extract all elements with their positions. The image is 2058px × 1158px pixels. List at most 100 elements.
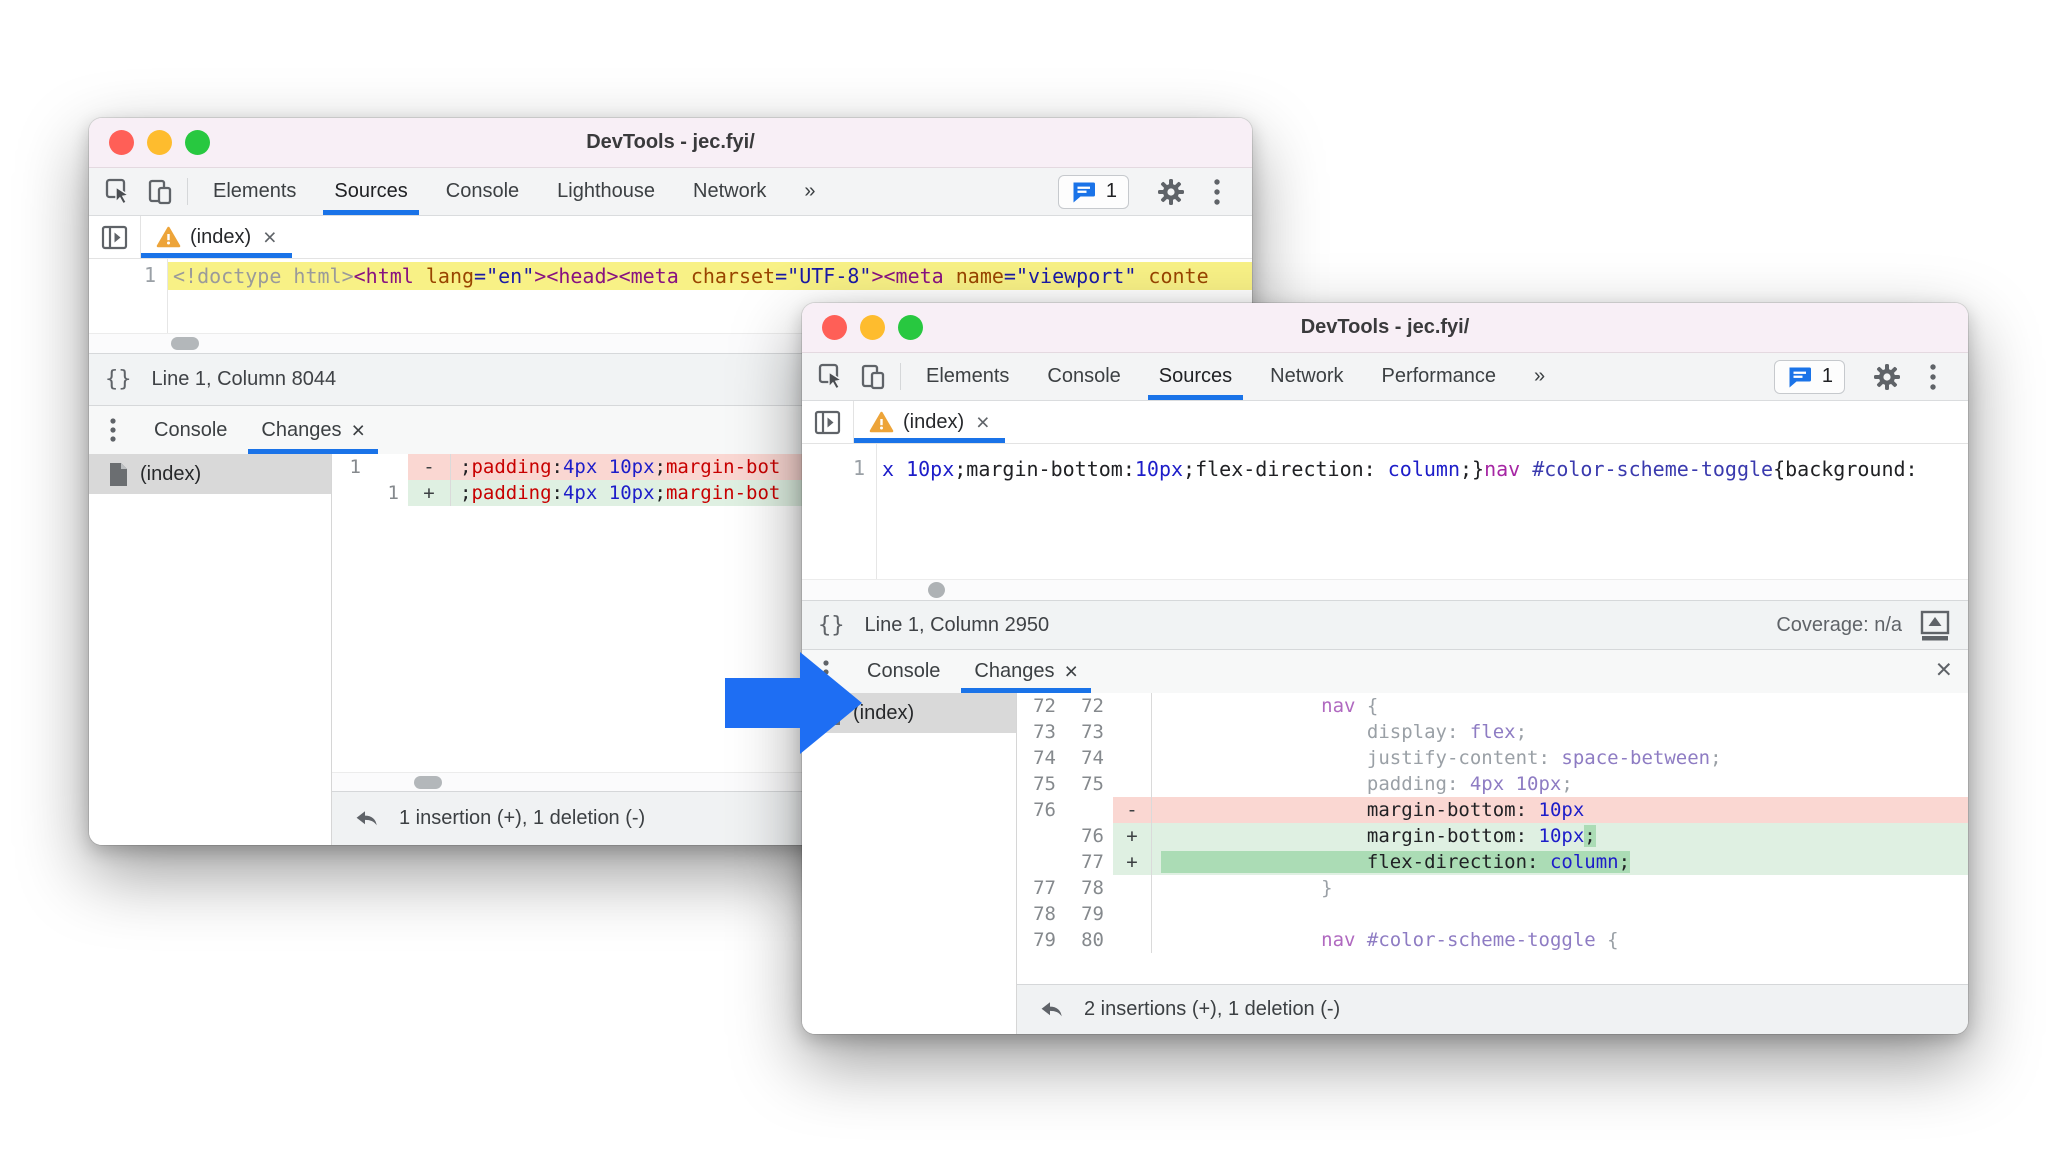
code-token [1161,851,1367,873]
tab-console[interactable]: Console [427,168,538,215]
code-token: padding: [1366,773,1470,795]
close-icon[interactable]: × [976,409,989,436]
scrollbar-thumb[interactable] [171,337,199,350]
diff-marker: - [408,454,450,480]
traffic-lights [109,130,210,155]
code-line[interactable]: <!doctype html><html lang="en"><head><me… [168,262,1252,290]
diff-row: 79 80 nav #color-scheme-toggle { [1017,927,1968,953]
horizontal-scrollbar[interactable] [802,579,1968,600]
drawer-tab-console[interactable]: Console [137,406,244,454]
window-title: DevTools - jec.fyi/ [1300,316,1470,338]
code-token: ; [654,456,666,478]
more-tabs-chevron[interactable]: » [785,168,834,215]
diff-old-line-number: 78 [1033,903,1056,925]
code-token: ; [460,456,472,478]
code-token: 4px [562,482,598,504]
code-token: } [1321,877,1333,899]
source-editor: 1 x 10px;margin-bottom:10px;flex-directi… [802,444,1968,579]
coverage-dock-icon[interactable] [1918,609,1952,642]
code-token: ; [1618,851,1631,873]
code-token: 10px [608,456,655,478]
tab-lighthouse[interactable]: Lighthouse [538,168,674,215]
code-token: : [551,482,563,504]
diff-marker [1113,771,1151,797]
settings-gear-icon[interactable] [1150,177,1192,207]
device-toolbar-icon[interactable] [139,168,181,215]
code-token: conte [1148,264,1209,288]
diff-marker: + [1113,823,1151,849]
file-tab-index[interactable]: (index) × [141,216,292,258]
kebab-menu-icon[interactable] [1196,178,1238,206]
diff-new-line-number [1065,797,1113,823]
tab-elements[interactable]: Elements [907,353,1028,400]
issues-chat-icon [1073,182,1095,202]
tab-sources[interactable]: Sources [315,168,426,215]
diff-code: display: flex; [1151,719,1968,745]
more-tabs-chevron[interactable]: » [1515,353,1564,400]
minimize-window-button[interactable] [860,315,885,340]
close-window-button[interactable] [109,130,134,155]
braces-icon[interactable]: {} [818,613,845,638]
diff-old-line-number: 79 [1033,929,1056,951]
drawer-tab-changes[interactable]: Changes × [244,406,382,454]
panel-expand-icon[interactable] [89,216,141,258]
diff-old-line-number: 77 [1033,877,1056,899]
diff-new-line-number: 77 [1081,851,1104,873]
inspect-icon[interactable] [97,168,139,215]
toolbar-separator [187,178,188,205]
close-window-button[interactable] [822,315,847,340]
code-token: 4px 10px [1469,773,1562,795]
scrollbar-thumb[interactable] [928,582,945,598]
tab-network[interactable]: Network [674,168,785,215]
undo-icon[interactable] [352,807,381,830]
diff-code: } [1151,875,1968,901]
tab-elements[interactable]: Elements [194,168,315,215]
scrollbar-thumb[interactable] [414,776,442,789]
tab-performance[interactable]: Performance [1363,353,1516,400]
cursor-position: Line 1, Column 8044 [151,368,337,390]
diff-marker [1113,693,1151,719]
code-token: 4px [562,456,598,478]
code-token: display: [1366,721,1470,743]
device-toolbar-icon[interactable] [852,353,894,400]
close-icon[interactable]: × [263,224,276,251]
list-item-index[interactable]: (index) [89,454,331,494]
tab-sources[interactable]: Sources [1140,353,1251,400]
settings-gear-icon[interactable] [1866,362,1908,392]
kebab-menu-icon[interactable] [89,406,137,454]
kebab-menu-icon[interactable] [1912,363,1954,391]
minimize-window-button[interactable] [147,130,172,155]
code-token: nav [1321,695,1367,717]
devtools-toolbar: Elements Sources Console Lighthouse Netw… [89,168,1252,216]
panel-expand-icon[interactable] [802,401,854,443]
zoom-window-button[interactable] [898,315,923,340]
diff-new-line-number: 1 [387,482,399,504]
issues-counter-button[interactable]: 1 [1773,359,1845,394]
diff-code: nav { [1151,693,1968,719]
zoom-window-button[interactable] [185,130,210,155]
code-token: > [534,264,547,288]
issues-counter-button[interactable]: 1 [1057,174,1129,209]
diff-old-line-number: 75 [1033,773,1056,795]
issues-chat-icon [1789,367,1811,387]
code-token: <meta [883,264,956,288]
close-drawer-icon[interactable]: × [1936,653,1952,685]
changes-panel: (index) 72 72 nav {73 73 display: flex; 74 7… [802,693,1968,1034]
code-token: 10px [1538,799,1585,821]
tab-network[interactable]: Network [1251,353,1362,400]
close-icon[interactable]: × [351,417,364,444]
file-tab-strip: (index) × [89,216,1252,259]
file-tab-index[interactable]: (index) × [854,401,1005,443]
undo-icon[interactable] [1037,998,1066,1021]
inspect-icon[interactable] [810,353,852,400]
tab-console[interactable]: Console [1028,353,1139,400]
diff-new-line-number: 79 [1081,903,1104,925]
code-token: : [551,456,563,478]
drawer-tab-changes[interactable]: Changes × [957,650,1095,693]
braces-icon[interactable]: {} [105,367,132,392]
close-icon[interactable]: × [1064,658,1077,685]
code-line[interactable]: x 10px;margin-bottom:10px;flex-direction… [877,455,1968,483]
